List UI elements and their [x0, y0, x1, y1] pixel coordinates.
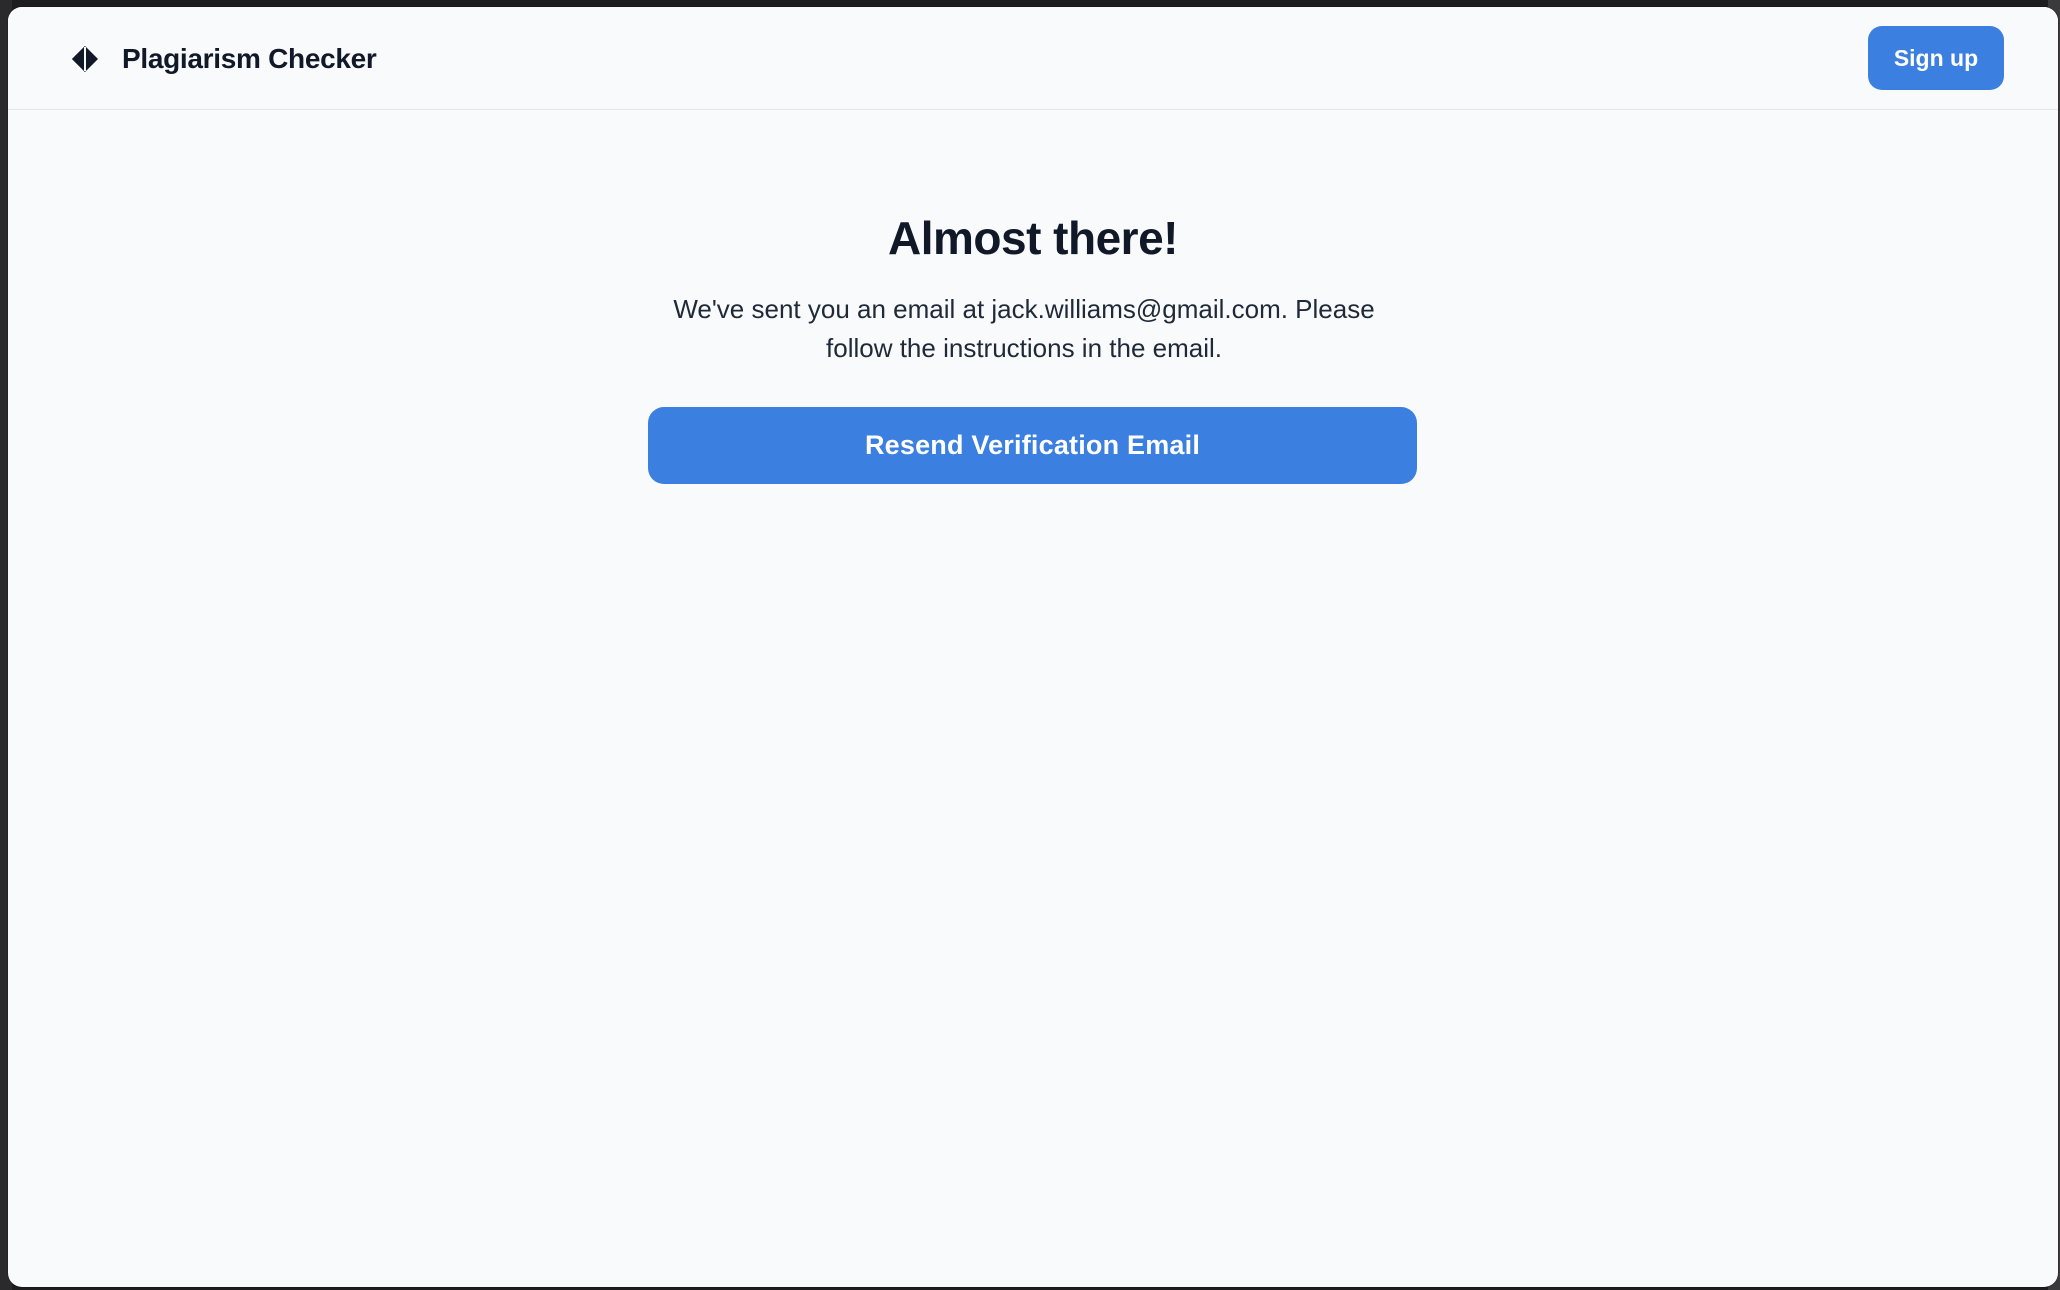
- app-name: Plagiarism Checker: [122, 43, 377, 74]
- page-title: Almost there!: [888, 212, 1178, 264]
- sign-up-button[interactable]: Sign up: [1868, 26, 2004, 90]
- brand[interactable]: Plagiarism Checker: [70, 43, 377, 75]
- top-navigation-bar: Plagiarism Checker Sign up: [8, 7, 2058, 110]
- resend-verification-email-button[interactable]: Resend Verification Email: [648, 407, 1417, 484]
- app-window: Plagiarism Checker Sign up Almost there!…: [8, 7, 2058, 1287]
- verification-message: We've sent you an email at jack.williams…: [673, 294, 1375, 363]
- diamond-icon: [70, 44, 100, 74]
